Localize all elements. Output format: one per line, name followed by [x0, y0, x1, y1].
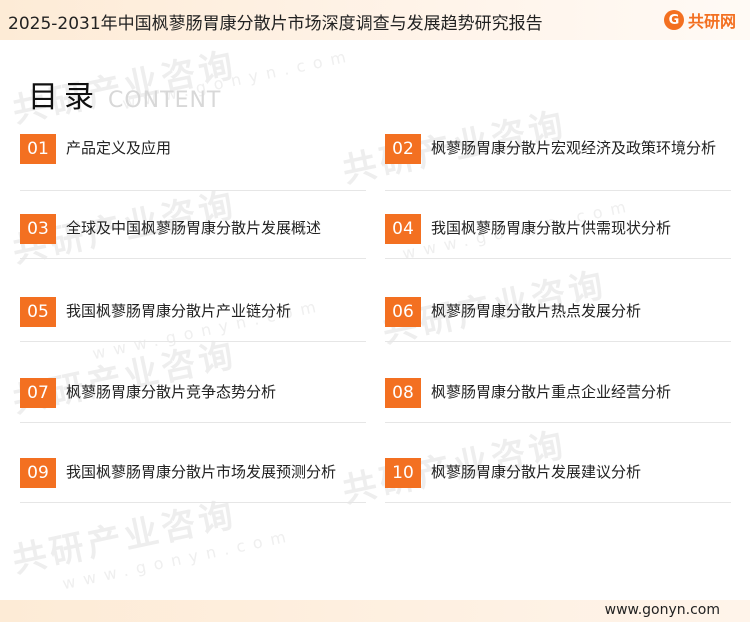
divider	[385, 341, 731, 342]
toc-item-06[interactable]: 06 枫蓼肠胃康分散片热点发展分析	[385, 297, 731, 342]
watermark-url: www.gonyn.com	[60, 525, 296, 594]
toc-item-number: 07	[20, 378, 56, 408]
divider	[20, 422, 366, 423]
divider	[20, 258, 366, 259]
toc-item-01[interactable]: 01 产品定义及应用	[20, 134, 366, 191]
toc-item-number: 05	[20, 297, 56, 327]
footer-url[interactable]: www.gonyn.com	[605, 602, 720, 618]
toc-item-label: 我国枫蓼肠胃康分散片供需现状分析	[431, 219, 672, 237]
toc-subtitle: CONTENT	[108, 88, 222, 113]
toc-item-05[interactable]: 05 我国枫蓼肠胃康分散片产业链分析	[20, 297, 366, 342]
toc-item-number: 06	[385, 297, 421, 327]
toc-item-label: 产品定义及应用	[66, 139, 172, 157]
toc-item-number: 08	[385, 378, 421, 408]
toc-item-label: 枫蓼肠胃康分散片竞争态势分析	[66, 383, 277, 401]
divider	[385, 422, 731, 423]
header-bar: 2025-2031年中国枫蓼肠胃康分散片市场深度调查与发展趋势研究报告 G 共研…	[0, 0, 750, 40]
brand-logo: G 共研网	[663, 8, 736, 32]
toc-item-label: 我国枫蓼肠胃康分散片市场发展预测分析	[66, 463, 337, 481]
divider	[385, 502, 731, 503]
toc-title: 目录	[28, 80, 100, 115]
toc-item-label: 我国枫蓼肠胃康分散片产业链分析	[66, 302, 292, 320]
toc-item-number: 01	[20, 134, 56, 164]
toc-item-number: 10	[385, 458, 421, 488]
toc-item-07[interactable]: 07 枫蓼肠胃康分散片竞争态势分析	[20, 378, 366, 423]
toc-item-number: 02	[385, 134, 421, 164]
toc-item-08[interactable]: 08 枫蓼肠胃康分散片重点企业经营分析	[385, 378, 731, 423]
logo-icon: G	[663, 10, 684, 30]
divider	[20, 341, 366, 342]
toc-item-label: 枫蓼肠胃康分散片重点企业经营分析	[431, 383, 672, 401]
toc-item-label: 枫蓼肠胃康分散片热点发展分析	[431, 302, 642, 320]
toc-item-label: 枫蓼肠胃康分散片宏观经济及政策环境分析	[431, 139, 717, 157]
toc-item-label: 枫蓼肠胃康分散片发展建议分析	[431, 463, 642, 481]
divider	[20, 502, 366, 503]
toc-item-number: 03	[20, 214, 56, 244]
toc-item-number: 04	[385, 214, 421, 244]
toc-item-number: 09	[20, 458, 56, 488]
toc-item-02[interactable]: 02 枫蓼肠胃康分散片宏观经济及政策环境分析	[385, 134, 731, 191]
toc-item-04[interactable]: 04 我国枫蓼肠胃康分散片供需现状分析	[385, 214, 731, 259]
divider	[385, 190, 731, 191]
report-title: 2025-2031年中国枫蓼肠胃康分散片市场深度调查与发展趋势研究报告	[8, 14, 543, 34]
footer-bar: www.gonyn.com	[0, 600, 750, 622]
divider	[20, 190, 366, 191]
logo-text: 共研网	[687, 12, 736, 31]
divider	[385, 258, 731, 259]
toc-item-10[interactable]: 10 枫蓼肠胃康分散片发展建议分析	[385, 458, 731, 503]
toc-item-label: 全球及中国枫蓼肠胃康分散片发展概述	[66, 219, 322, 237]
toc-item-03[interactable]: 03 全球及中国枫蓼肠胃康分散片发展概述	[20, 214, 366, 259]
toc-heading: 目录 CONTENT	[28, 72, 221, 116]
toc-item-09[interactable]: 09 我国枫蓼肠胃康分散片市场发展预测分析	[20, 458, 366, 503]
